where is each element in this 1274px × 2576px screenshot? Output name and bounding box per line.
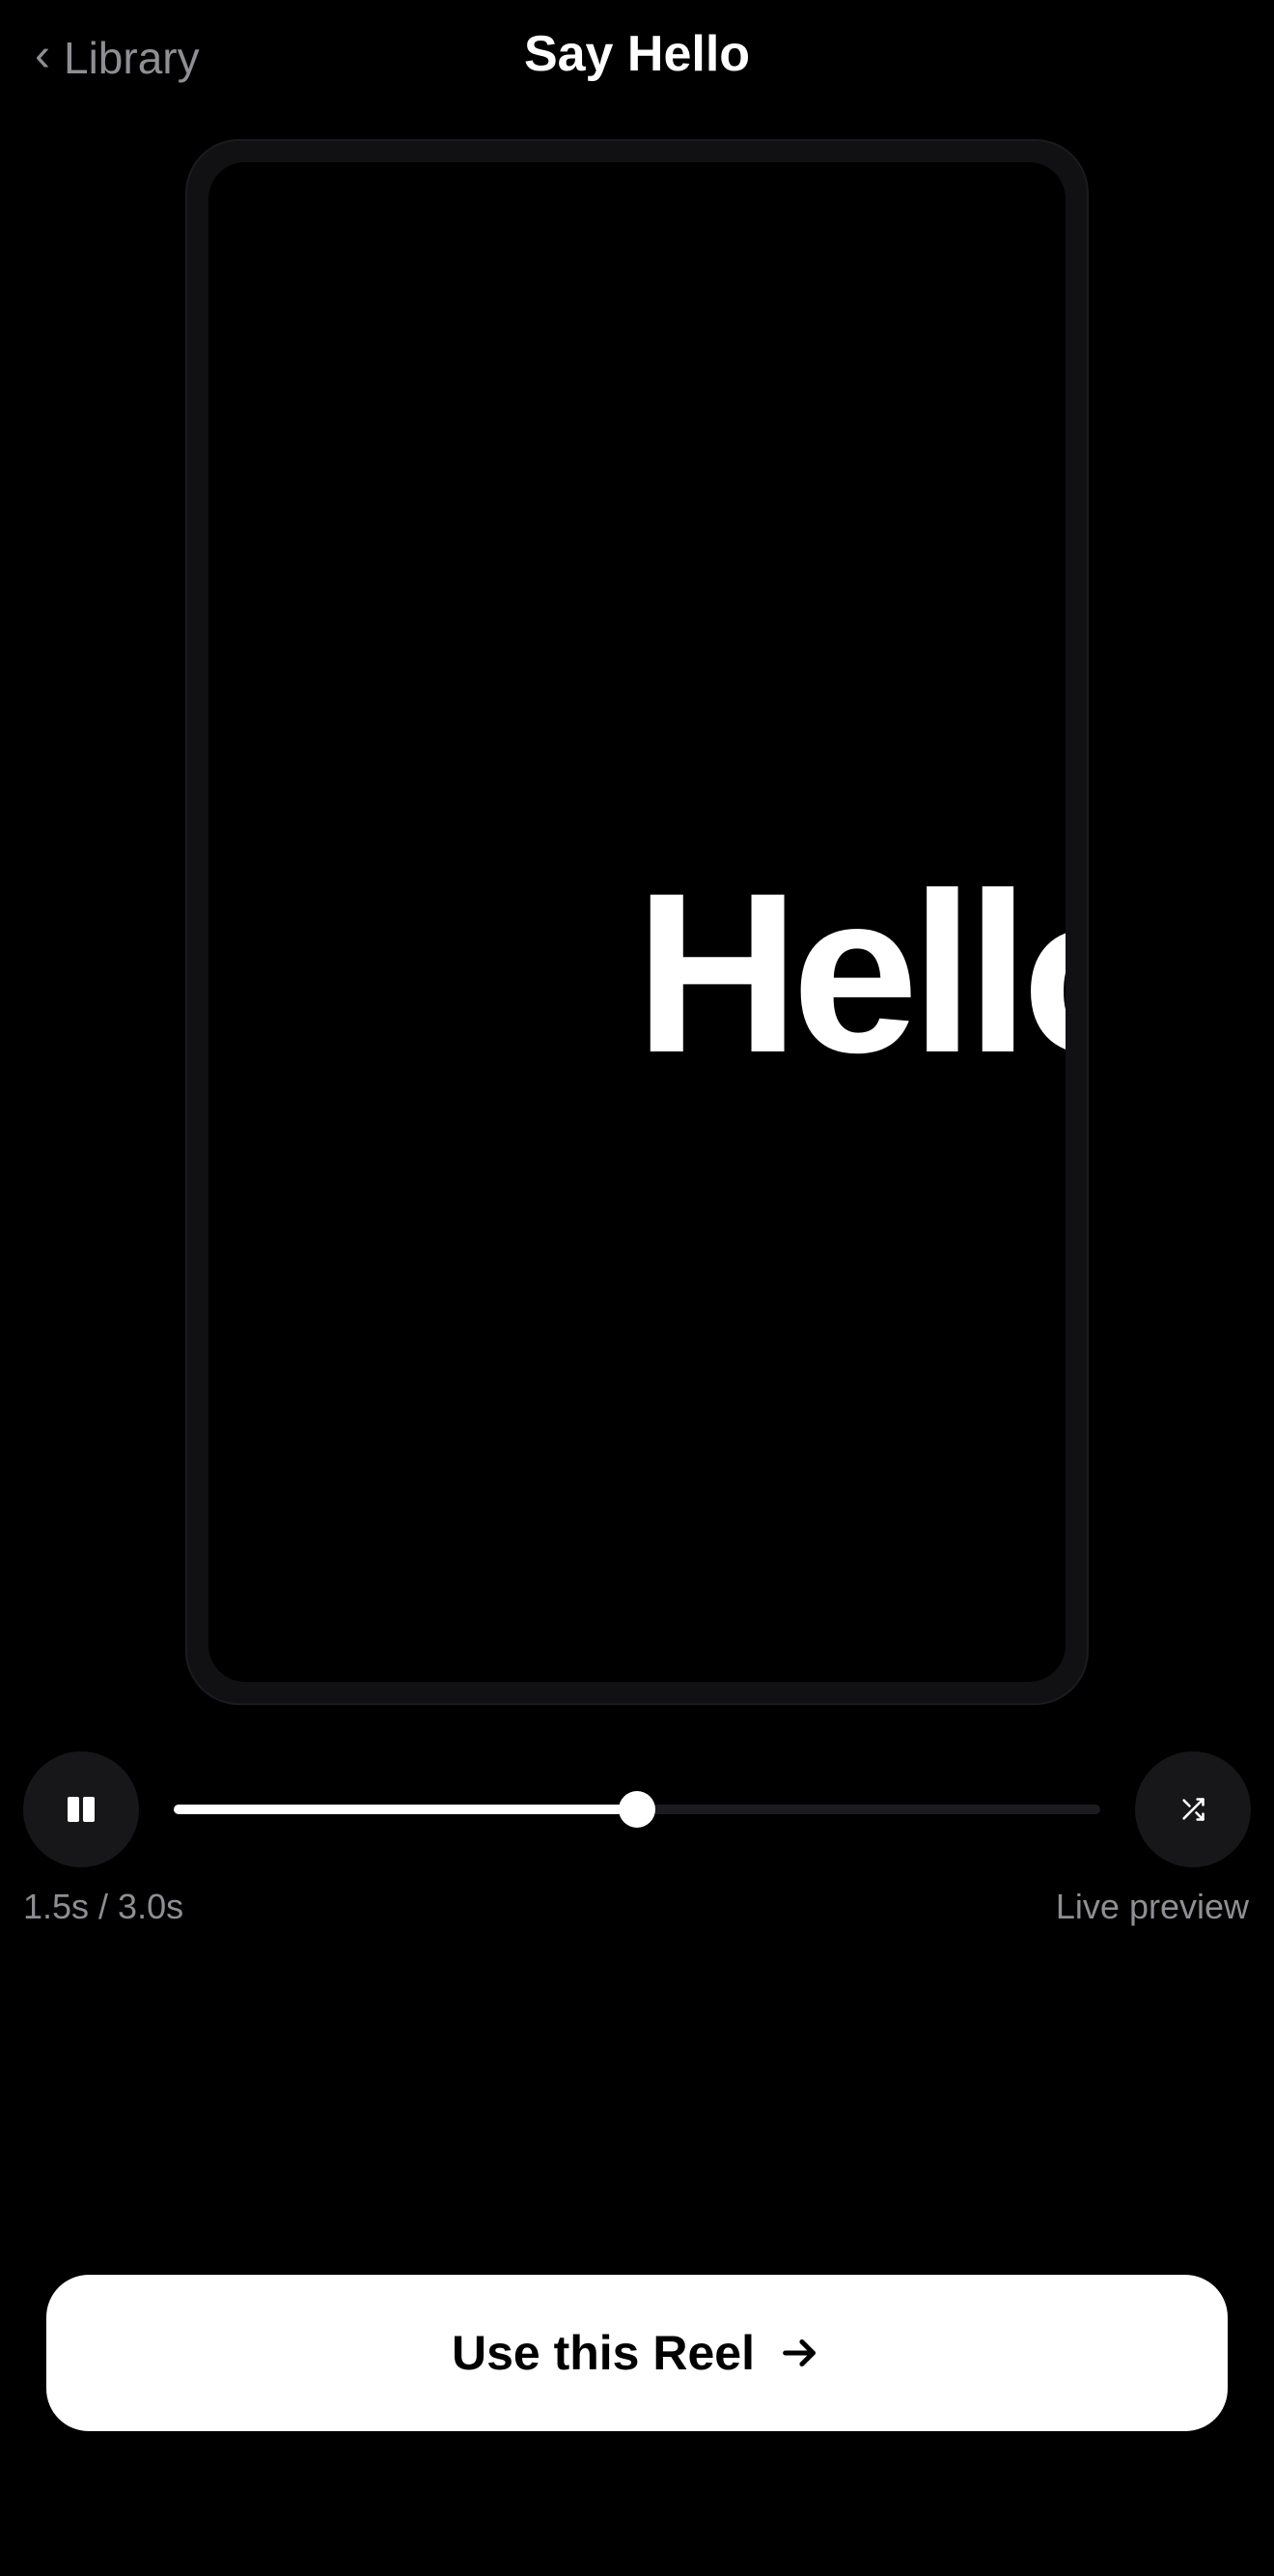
cta-label: Use this Reel	[451, 2326, 755, 2380]
preview-animated-text: Hello	[635, 846, 1066, 1101]
shuffle-button[interactable]	[1135, 1751, 1251, 1867]
pause-icon	[68, 1797, 95, 1822]
pause-button[interactable]	[23, 1751, 139, 1867]
arrow-right-icon	[778, 2331, 822, 2375]
playback-controls	[0, 1751, 1274, 1871]
live-preview-label: Live preview	[1055, 1887, 1249, 1926]
timeline-progress-fill	[174, 1805, 637, 1814]
shuffle-icon	[1182, 1798, 1205, 1821]
reel-preview-frame: Hello	[185, 139, 1089, 1705]
reel-preview-screen: Hello	[208, 162, 1066, 1682]
timeline-scrubber[interactable]	[174, 1791, 1100, 1828]
playback-time: 1.5s / 3.0s	[23, 1887, 184, 1926]
use-this-reel-button[interactable]: Use this Reel	[46, 2275, 1228, 2431]
timeline-handle[interactable]	[619, 1791, 655, 1828]
top-navigation-bar: ‹ Library Say Hello	[0, 0, 1274, 116]
page-title: Say Hello	[523, 26, 751, 82]
